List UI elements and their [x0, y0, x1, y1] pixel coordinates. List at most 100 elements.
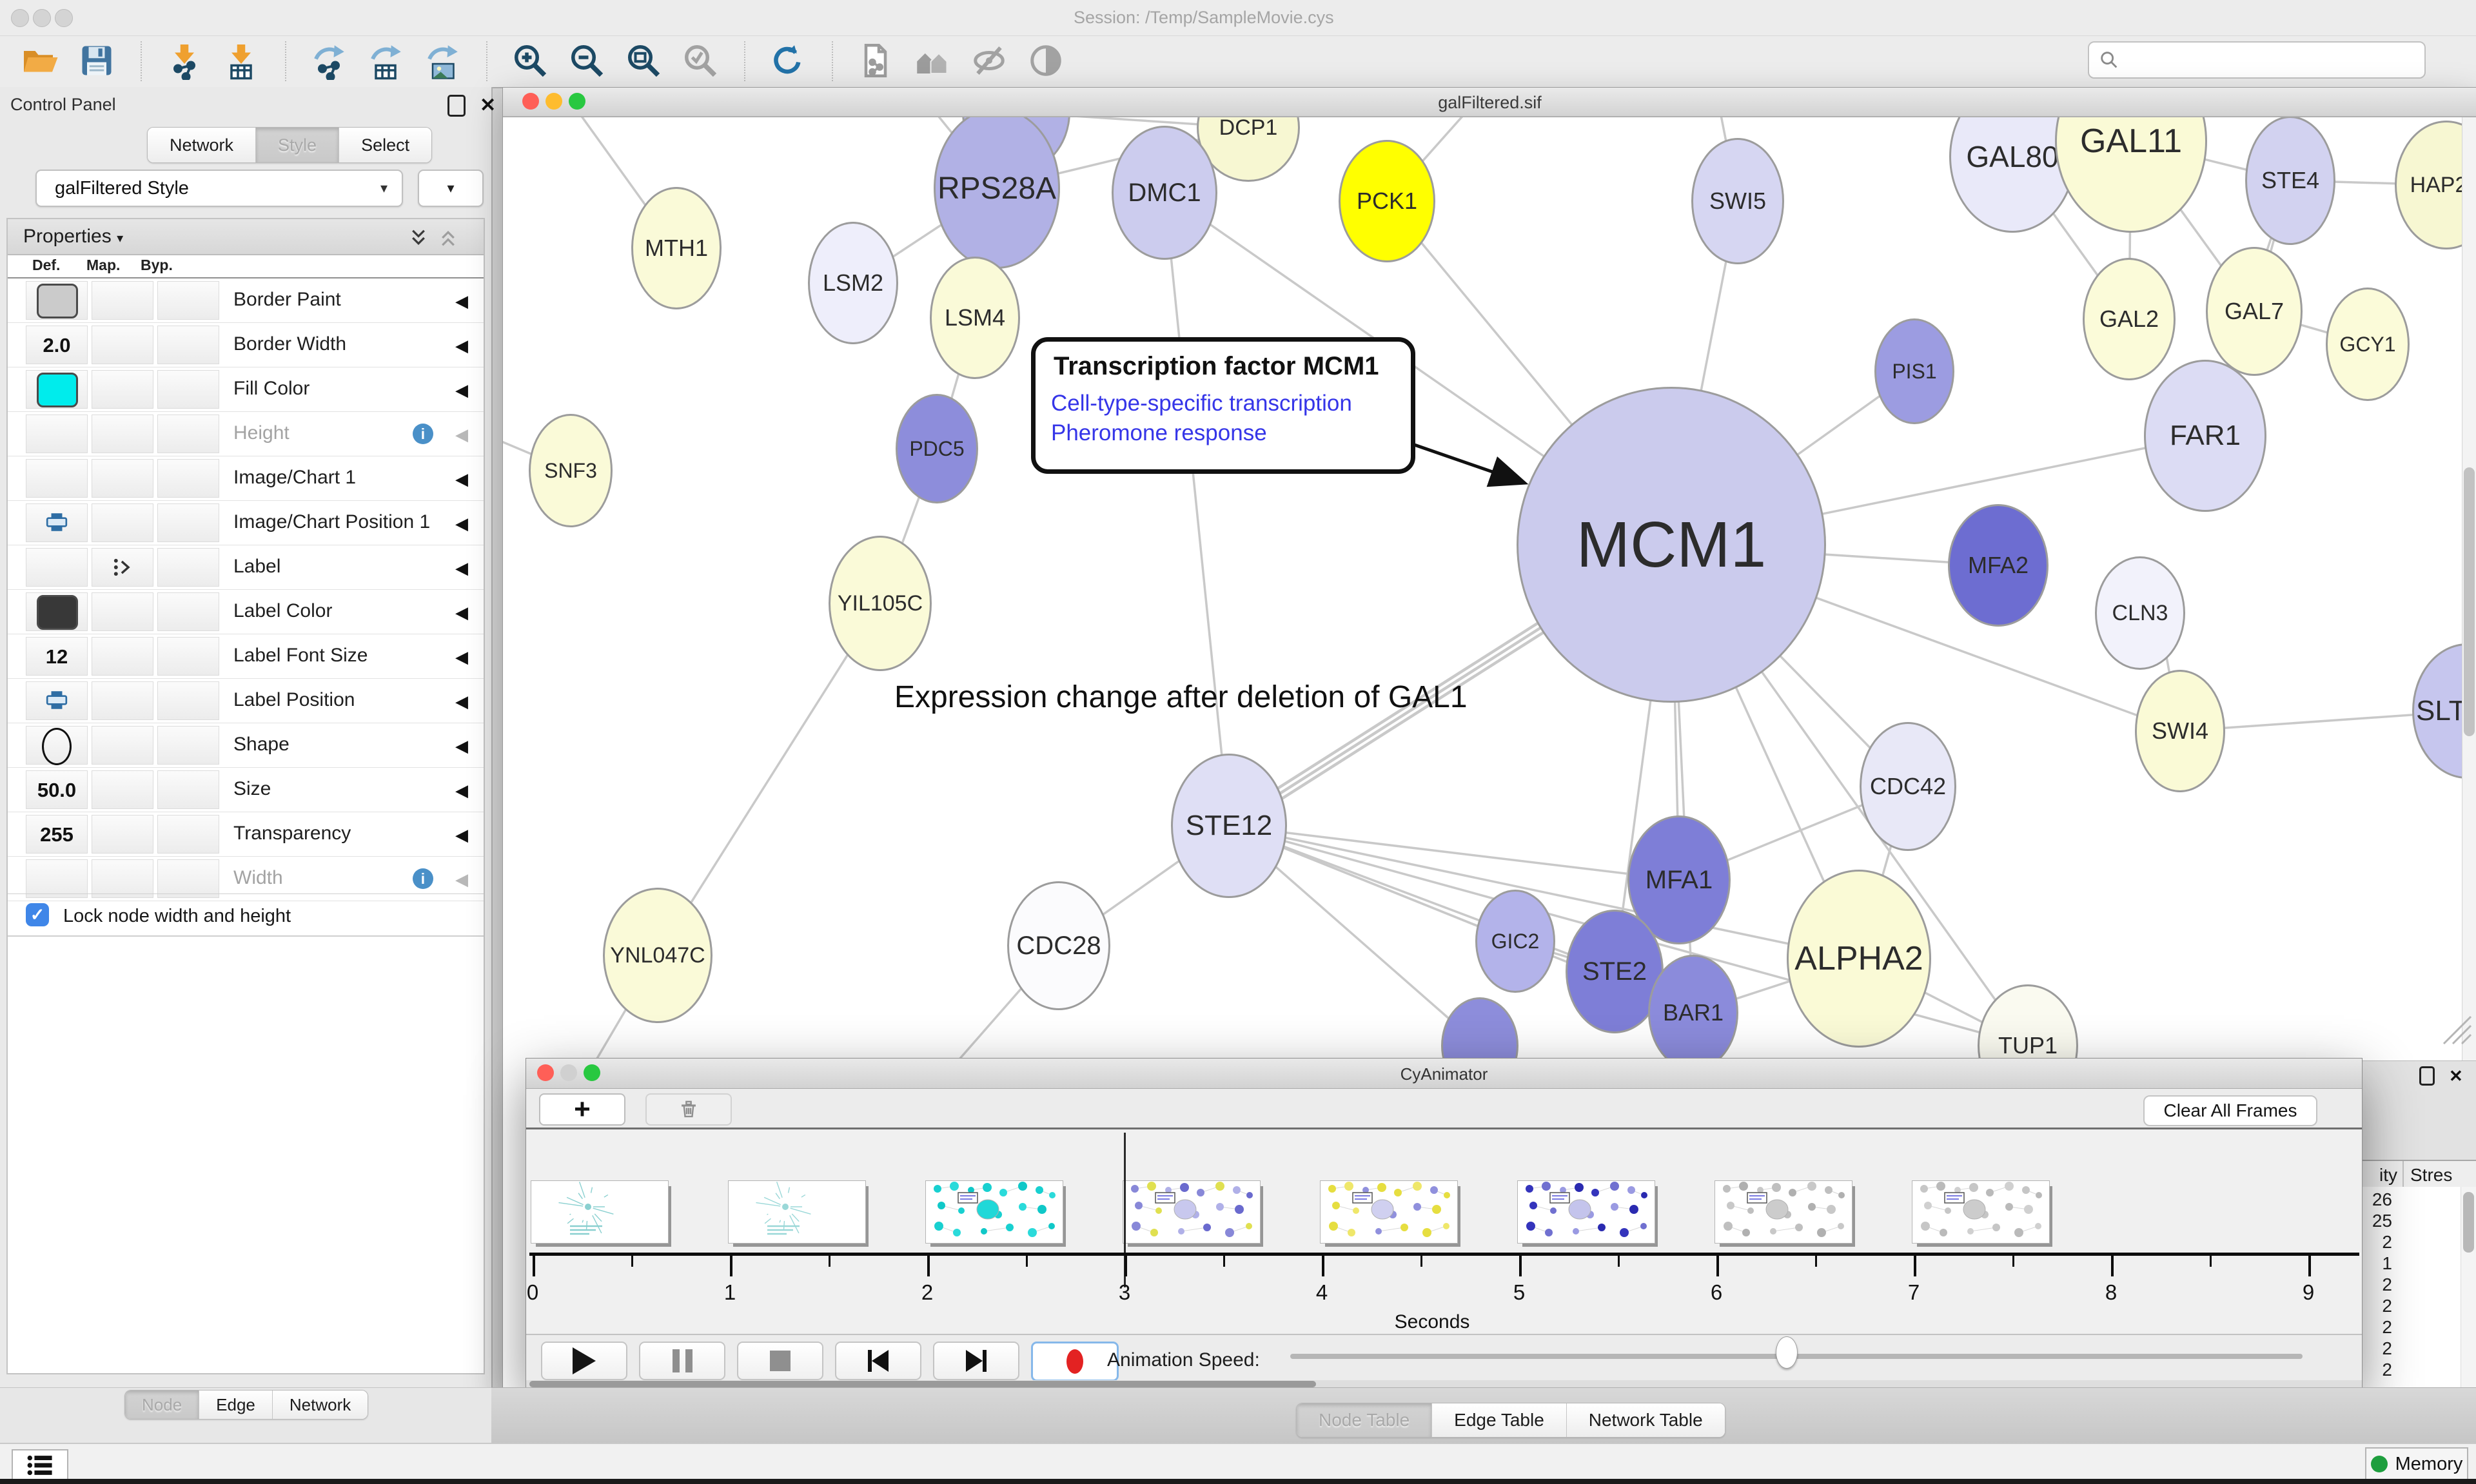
- bypass-cell[interactable]: [157, 592, 219, 631]
- bypass-cell[interactable]: [157, 548, 219, 587]
- play-button[interactable]: [541, 1342, 627, 1380]
- window-zoom-button[interactable]: [55, 9, 73, 27]
- node-gal2[interactable]: GAL2: [2083, 258, 2176, 380]
- refresh-layout-button[interactable]: [767, 40, 809, 81]
- frame-thumbnail-5[interactable]: [1517, 1180, 1655, 1244]
- bypass-cell[interactable]: [157, 681, 219, 720]
- mapping-cell[interactable]: [92, 548, 153, 587]
- default-cell[interactable]: [26, 503, 88, 542]
- default-cell[interactable]: [26, 459, 88, 498]
- annotation-link[interactable]: Pheromone response: [1051, 420, 1267, 446]
- table-cell[interactable]: 2: [2361, 1296, 2392, 1316]
- network-minimize-button[interactable]: [545, 93, 562, 110]
- float-window-icon[interactable]: [447, 95, 466, 117]
- mapping-cell[interactable]: [92, 637, 153, 676]
- info-icon[interactable]: i: [413, 868, 433, 889]
- bypass-cell[interactable]: [157, 370, 219, 409]
- memory-button[interactable]: Memory: [2365, 1447, 2468, 1481]
- import-network-button[interactable]: [164, 40, 205, 81]
- node-ste12[interactable]: STE12: [1171, 754, 1287, 898]
- node-gal7[interactable]: GAL7: [2206, 247, 2303, 376]
- expand-row-icon[interactable]: ◀: [455, 558, 468, 578]
- expand-row-icon[interactable]: ◀: [455, 603, 468, 623]
- table-scrollbar-thumb[interactable]: [2463, 1192, 2474, 1253]
- expand-row-icon[interactable]: ◀: [455, 870, 468, 890]
- expand-row-icon[interactable]: ◀: [455, 336, 468, 356]
- mapping-cell[interactable]: [92, 592, 153, 631]
- export-table-button[interactable]: [365, 40, 406, 81]
- node-cdc28[interactable]: CDC28: [1007, 881, 1110, 1010]
- resize-grip-icon[interactable]: [2437, 1010, 2473, 1046]
- default-cell[interactable]: [26, 592, 88, 631]
- node-swi4[interactable]: SWI4: [2135, 670, 2225, 792]
- default-cell[interactable]: [26, 548, 88, 587]
- bypass-cell[interactable]: [157, 415, 219, 453]
- cyanimator-zoom-button[interactable]: [584, 1064, 600, 1081]
- table-cell[interactable]: 2: [2361, 1338, 2392, 1359]
- property-row-label[interactable]: Label◀: [8, 545, 484, 590]
- default-cell[interactable]: [26, 859, 88, 898]
- property-row-fill-color[interactable]: Fill Color◀: [8, 367, 484, 412]
- zoom-in-button[interactable]: [509, 40, 551, 81]
- mapping-cell[interactable]: [92, 681, 153, 720]
- node-ynl047c[interactable]: YNL047C: [603, 888, 712, 1023]
- frame-thumbnail-2[interactable]: [925, 1180, 1063, 1244]
- frame-thumbnail-7[interactable]: [1912, 1180, 2050, 1244]
- record-button[interactable]: [1031, 1342, 1119, 1381]
- table-cell[interactable]: 2: [2361, 1317, 2392, 1338]
- node-swi5[interactable]: SWI5: [1691, 138, 1784, 264]
- table-column-header[interactable]: Stres: [2410, 1165, 2452, 1186]
- pause-button[interactable]: [639, 1342, 725, 1380]
- tab-network[interactable]: Network: [272, 1391, 368, 1419]
- expand-row-icon[interactable]: ◀: [455, 781, 468, 801]
- table-vertical-scrollbar[interactable]: [2461, 1187, 2476, 1388]
- skip-to-end-button[interactable]: [933, 1342, 1019, 1380]
- annotation-link[interactable]: Cell-type-specific transcription: [1051, 391, 1352, 416]
- frame-thumbnail-4[interactable]: [1320, 1180, 1458, 1244]
- property-row-border-paint[interactable]: Border Paint◀: [8, 278, 484, 323]
- bypass-cell[interactable]: [157, 459, 219, 498]
- expand-row-icon[interactable]: ◀: [455, 736, 468, 756]
- default-cell[interactable]: 12: [26, 637, 88, 676]
- expand-row-icon[interactable]: ◀: [455, 380, 468, 400]
- export-network-button[interactable]: [308, 40, 349, 81]
- mapping-cell[interactable]: [92, 503, 153, 542]
- node-mth1[interactable]: MTH1: [631, 187, 722, 309]
- mapping-cell[interactable]: [92, 281, 153, 320]
- table-column-header[interactable]: ity: [2361, 1165, 2397, 1186]
- window-close-button[interactable]: [11, 9, 29, 27]
- node-yil105c[interactable]: YIL105C: [829, 536, 932, 671]
- mapping-cell[interactable]: [92, 370, 153, 409]
- open-session-button[interactable]: [19, 40, 61, 81]
- mapping-cell[interactable]: [92, 815, 153, 854]
- tab-network-table[interactable]: Network Table: [1566, 1403, 1725, 1437]
- property-row-label-position[interactable]: Label Position◀: [8, 679, 484, 723]
- property-row-shape[interactable]: Shape◀: [8, 723, 484, 768]
- table-cell[interactable]: 1: [2361, 1253, 2392, 1274]
- document-network-button[interactable]: [855, 40, 896, 81]
- frame-thumbnail-3[interactable]: [1123, 1180, 1261, 1244]
- search-input[interactable]: [2088, 41, 2426, 79]
- bypass-cell[interactable]: [157, 281, 219, 320]
- bypass-cell[interactable]: [157, 815, 219, 854]
- mapping-cell[interactable]: [92, 326, 153, 364]
- frame-thumbnail-0[interactable]: [531, 1180, 669, 1244]
- bypass-cell[interactable]: [157, 326, 219, 364]
- clear-all-frames-button[interactable]: Clear All Frames: [2143, 1095, 2317, 1126]
- cyanimator-scrollbar-thumb[interactable]: [529, 1381, 1316, 1387]
- expand-row-icon[interactable]: ◀: [455, 825, 468, 845]
- property-row-border-width[interactable]: 2.0Border Width◀: [8, 323, 484, 367]
- mapping-cell[interactable]: [92, 770, 153, 809]
- lock-dimensions-checkbox[interactable]: ✓: [26, 903, 49, 926]
- node-snf3[interactable]: SNF3: [529, 414, 613, 527]
- close-icon[interactable]: ✕: [480, 97, 496, 115]
- default-cell[interactable]: [26, 370, 88, 409]
- bypass-cell[interactable]: [157, 770, 219, 809]
- panel-list-button[interactable]: [12, 1449, 68, 1481]
- zoom-fit-button[interactable]: [623, 40, 664, 81]
- style-select[interactable]: galFiltered Style ▾: [35, 170, 403, 207]
- node-ste4[interactable]: STE4: [2245, 117, 2335, 245]
- frame-thumbnail-1[interactable]: [728, 1180, 866, 1244]
- expand-row-icon[interactable]: ◀: [455, 291, 468, 311]
- node-gic2[interactable]: GIC2: [1475, 890, 1555, 993]
